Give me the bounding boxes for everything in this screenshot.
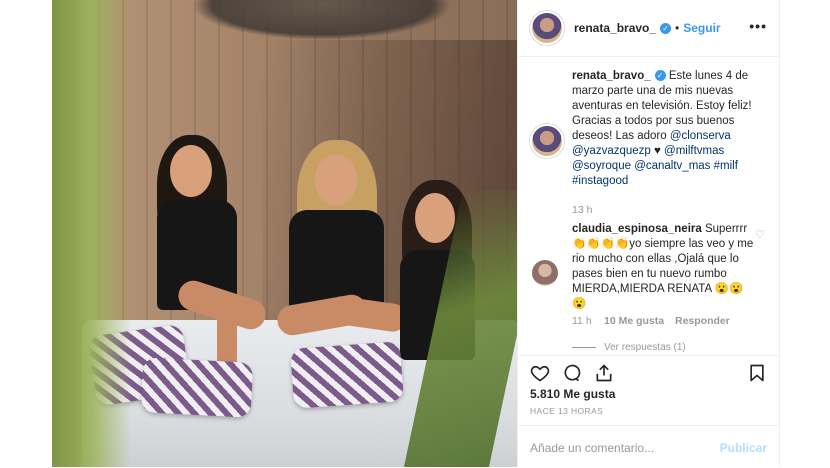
caption-username[interactable]: renata_bravo_ bbox=[572, 70, 651, 82]
likes-count[interactable]: 5.810 Me gusta bbox=[530, 387, 615, 401]
publish-button[interactable]: Publicar bbox=[720, 441, 767, 455]
commenter-username[interactable]: claudia_espinosa_neira bbox=[572, 223, 702, 235]
author-avatar[interactable] bbox=[530, 11, 564, 45]
view-replies-link[interactable]: Ver respuestas (1) bbox=[572, 342, 686, 353]
caption-text: renata_bravo_ ✓ Este lunes 4 de marzo par… bbox=[572, 69, 757, 189]
more-options-icon[interactable]: ••• bbox=[749, 18, 767, 34]
like-comment-icon[interactable]: ♡ bbox=[755, 228, 765, 241]
post-photo[interactable] bbox=[52, 0, 517, 467]
caption-avatar[interactable] bbox=[530, 124, 564, 158]
mention-link[interactable]: @canaltv_mas bbox=[634, 160, 710, 172]
caption-time[interactable]: 13 h bbox=[572, 204, 592, 216]
heart-emoji: ♥ bbox=[654, 145, 661, 157]
heart-icon[interactable] bbox=[530, 363, 550, 383]
verified-icon: ✓ bbox=[654, 70, 666, 82]
add-comment-bar: Añade un comentario... Publicar bbox=[518, 425, 779, 468]
pillow-center bbox=[290, 341, 404, 409]
mention-link[interactable]: @clonserva bbox=[670, 130, 731, 142]
caption-row: renata_bravo_ ✓ Este lunes 4 de marzo par… bbox=[530, 69, 765, 216]
hashtag-link[interactable]: #milf bbox=[714, 160, 738, 172]
comment-text: claudia_espinosa_neira Superrrr 👏👏👏👏yo s… bbox=[572, 222, 757, 312]
reply-button[interactable]: Responder bbox=[675, 315, 730, 327]
comment-input[interactable]: Añade un comentario... bbox=[530, 441, 654, 455]
comment-body: Superrrr 👏👏👏👏yo siempre las veo y me rio… bbox=[572, 223, 754, 310]
follow-button[interactable]: Seguir bbox=[683, 21, 720, 35]
mention-link[interactable]: @yazvazquezp bbox=[572, 145, 651, 157]
bookmark-icon[interactable] bbox=[747, 363, 767, 383]
mention-link[interactable]: @soyroque bbox=[572, 160, 631, 172]
post-timestamp: HACE 13 HORAS bbox=[530, 406, 604, 416]
comment-likes[interactable]: 10 Me gusta bbox=[604, 315, 664, 327]
commenter-avatar[interactable] bbox=[532, 260, 558, 286]
post-header: renata_bravo_ ✓ • Seguir ••• bbox=[518, 0, 779, 57]
pillow-left-2 bbox=[140, 357, 254, 418]
plant-leaf-left bbox=[52, 0, 132, 467]
comments-section: renata_bravo_ ✓ Este lunes 4 de marzo par… bbox=[518, 57, 779, 354]
comment-icon[interactable] bbox=[562, 363, 582, 383]
mention-link[interactable]: @milftvmas bbox=[664, 145, 724, 157]
comment-time[interactable]: 11 h bbox=[572, 315, 592, 327]
separator-dot: • bbox=[675, 21, 680, 35]
hashtag-link[interactable]: #instagood bbox=[572, 175, 628, 187]
share-icon[interactable] bbox=[594, 363, 614, 383]
comment-row: claudia_espinosa_neira Superrrr 👏👏👏👏yo s… bbox=[530, 222, 765, 352]
author-username[interactable]: renata_bravo_ bbox=[574, 21, 656, 35]
verified-icon: ✓ bbox=[660, 22, 672, 34]
post-panel: renata_bravo_ ✓ • Seguir ••• renata_brav… bbox=[517, 0, 780, 467]
action-bar bbox=[518, 355, 779, 388]
